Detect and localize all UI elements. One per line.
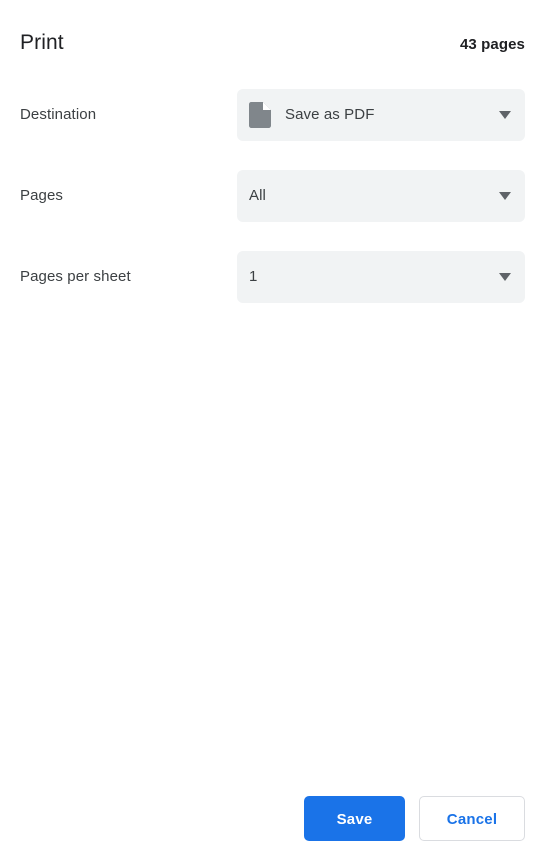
page-count-label: 43 pages [459,36,525,53]
print-dialog: Print 43 pages Destination Save as PDF P… [0,0,554,853]
destination-value: Save as PDF [285,105,375,123]
cancel-button[interactable]: Cancel [419,796,525,841]
dialog-body-spacer [0,317,554,796]
destination-label: Destination [20,105,97,123]
pages-value: All [249,186,266,204]
document-icon [249,101,271,128]
dialog-header: Print 43 pages [0,0,554,74]
setting-row-pages: Pages All [20,155,525,236]
pages-per-sheet-value: 1 [249,267,258,285]
chevron-down-icon [499,110,511,119]
setting-row-destination: Destination Save as PDF [20,74,525,155]
chevron-down-icon [499,272,511,281]
chevron-down-icon [499,191,511,200]
dialog-footer: Save Cancel [0,796,554,853]
pages-per-sheet-label: Pages per sheet [20,267,131,285]
pages-per-sheet-select[interactable]: 1 [237,250,525,303]
pages-select[interactable]: All [237,169,525,222]
pages-label: Pages [20,186,64,204]
settings-area: Destination Save as PDF Pages All Pages … [0,74,554,317]
destination-select[interactable]: Save as PDF [237,88,525,141]
page-title: Print [20,31,64,54]
setting-row-pages-per-sheet: Pages per sheet 1 [20,236,525,317]
save-button[interactable]: Save [304,796,405,841]
